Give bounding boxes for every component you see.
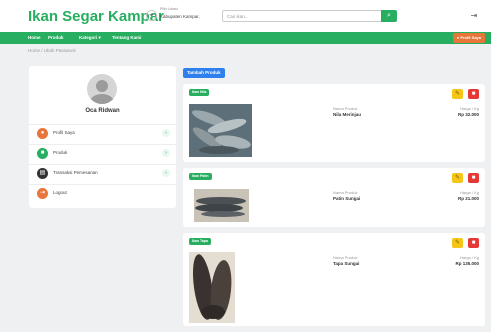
transaction-icon: ▤ [37, 168, 48, 179]
breadcrumb[interactable]: Home / Ubah Password [28, 48, 76, 53]
user-icon: ● [456, 35, 460, 40]
product-name: Patin Sungai [333, 196, 361, 201]
sidebar-item-label: Produk [53, 150, 68, 155]
sidebar-item-profil-saya[interactable]: ● Profil Saya › [29, 124, 176, 142]
chevron-right-icon: › [162, 129, 170, 137]
trash-icon: ■ [471, 240, 476, 246]
product-name-label: Nama Produk [333, 255, 358, 260]
product-card: Ikan Patin ✎ ■ Nama Produk Patin Sungai … [183, 168, 485, 227]
trash-icon: ■ [471, 91, 476, 97]
edit-button[interactable]: ✎ [452, 89, 463, 99]
logout-icon[interactable]: ⇥ [467, 9, 481, 23]
avatar-body [90, 94, 114, 104]
chevron-right-icon: › [162, 169, 170, 177]
nav-produk[interactable]: Produk [48, 32, 64, 44]
category-badge: Ikan Tapa [189, 238, 211, 245]
category-badge: Ikan Patin [189, 173, 212, 180]
category-badge: Ikan Nila [189, 89, 210, 96]
pencil-icon: ✎ [454, 240, 461, 246]
product-image [189, 104, 252, 157]
nav-tentang-kami[interactable]: Tentang Kami [112, 32, 141, 44]
user-name: Oca Ridwan [85, 108, 120, 114]
location-selector[interactable]: Kabupaten Kampar, [160, 14, 200, 19]
location-pin-icon[interactable]: ⌖ [146, 10, 157, 21]
edit-button[interactable]: ✎ [452, 173, 463, 183]
search-input[interactable] [222, 10, 382, 22]
profile-sidebar: Oca Ridwan ● Profil Saya › ■ Produk › ▤ … [29, 66, 176, 208]
product-name: Nila Merinjau [333, 112, 362, 117]
profile-button[interactable]: ● Profil Saya [452, 33, 485, 43]
add-product-button[interactable]: Tambah Produk [183, 68, 225, 78]
product-price: Rp 135.000 [455, 261, 479, 266]
sidebar-item-label: Transaksi Pemesanan [53, 170, 98, 175]
brand-logo[interactable]: Ikan Segar Kampar [28, 8, 164, 25]
trash-icon: ■ [471, 175, 476, 181]
product-image [189, 252, 235, 323]
product-image [194, 189, 249, 222]
product-price: Rp 21.000 [457, 196, 479, 201]
nav-kategori-dropdown[interactable]: Kategori ▾ [79, 32, 101, 44]
edit-button[interactable]: ✎ [452, 238, 463, 248]
product-card: Ikan Tapa ✎ ■ Nama Produk Tapa Sungai Ha… [183, 233, 485, 326]
pencil-icon: ✎ [454, 175, 461, 181]
product-price-label: Harga / Kg [459, 106, 479, 111]
product-price-label: Harga / Kg [459, 255, 479, 260]
top-header: Ikan Segar Kampar ⌖ Pilih Lokasi Kabupat… [0, 0, 491, 32]
main-navbar: Home Produk Kategori ▾ Tentang Kami ● Pr… [0, 32, 491, 44]
delete-button[interactable]: ■ [468, 89, 479, 99]
profile-button-label: Profil Saya [460, 35, 481, 40]
location-label: Pilih Lokasi [160, 7, 178, 11]
sidebar-item-label: Profil Saya [53, 130, 75, 135]
sidebar-item-transaksi[interactable]: ▤ Transaksi Pemesanan › [29, 164, 176, 182]
avatar-head [96, 80, 108, 92]
product-card: Ikan Nila ✎ ■ Nama Produk Nila Merinjau … [183, 84, 485, 162]
chevron-right-icon: › [162, 149, 170, 157]
product-name-label: Nama Produk [333, 190, 358, 195]
logout-icon: ⇥ [37, 188, 48, 199]
sidebar-item-produk[interactable]: ■ Produk › [29, 144, 176, 162]
delete-button[interactable]: ■ [468, 238, 479, 248]
search-button[interactable]: ⌕ [381, 10, 397, 22]
avatar [87, 74, 117, 104]
sidebar-item-logout[interactable]: ⇥ Logout [29, 184, 176, 202]
nav-home[interactable]: Home [28, 32, 41, 44]
user-icon: ● [37, 128, 48, 139]
search-icon: ⌕ [387, 12, 391, 19]
product-price-label: Harga / Kg [459, 190, 479, 195]
product-name: Tapa Sungai [333, 261, 360, 266]
delete-button[interactable]: ■ [468, 173, 479, 183]
product-name-label: Nama Produk [333, 106, 358, 111]
product-price: Rp 32.000 [457, 112, 479, 117]
sidebar-item-label: Logout [53, 190, 67, 195]
product-icon: ■ [37, 148, 48, 159]
pencil-icon: ✎ [454, 91, 461, 97]
